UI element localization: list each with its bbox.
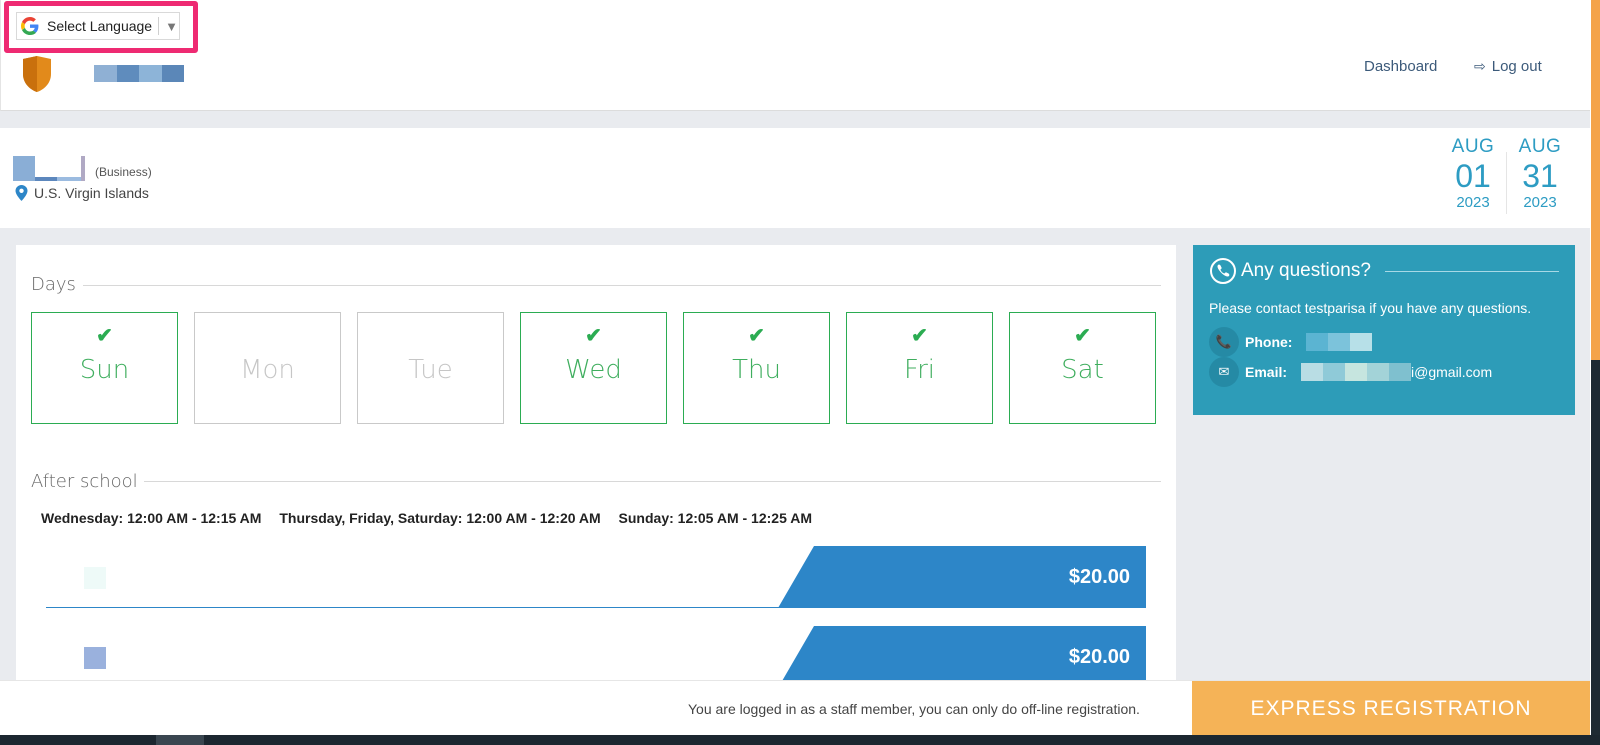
- staff-notice: You are logged in as a staff member, you…: [688, 701, 1140, 717]
- checkmark-icon: ✔: [96, 325, 113, 347]
- schedule-item: Wednesday: 12:00 AM - 12:15 AM: [41, 510, 262, 526]
- google-icon: [21, 17, 39, 35]
- email-suffix[interactable]: i@gmail.com: [1411, 364, 1492, 380]
- business-tag: (Business): [95, 165, 152, 179]
- day-card-mon[interactable]: Mon: [194, 312, 341, 424]
- shield-logo-icon[interactable]: [21, 56, 53, 92]
- day-card-wed[interactable]: ✔ Wed: [520, 312, 667, 424]
- email-row: ✉ Email: i@gmail.com: [1209, 357, 1492, 387]
- end-day: 31: [1522, 158, 1558, 194]
- edge-dark: [1591, 360, 1600, 745]
- day-label: Thu: [732, 355, 781, 385]
- questions-text: Please contact testparisa if you have an…: [1209, 300, 1532, 316]
- phone-number-redacted[interactable]: [1306, 333, 1373, 351]
- phone-icon: 📞: [1209, 327, 1239, 357]
- item-thumbnail-redacted: [84, 567, 106, 589]
- checkmark-icon: ✔: [911, 325, 928, 347]
- footer-bar: You are logged in as a staff member, you…: [0, 680, 1590, 736]
- price-row[interactable]: $20.00: [46, 626, 1146, 688]
- checkmark-icon: ✔: [748, 325, 765, 347]
- logout-icon: ⇨: [1474, 58, 1486, 74]
- questions-title: Any questions?: [1209, 257, 1371, 285]
- start-date: AUG 01 2023: [1445, 136, 1501, 211]
- day-card-tue[interactable]: Tue: [357, 312, 504, 424]
- schedule-item: Thursday, Friday, Saturday: 12:00 AM - 1…: [279, 510, 601, 526]
- location-pin-icon: [15, 185, 28, 201]
- questions-title-text: Any questions?: [1241, 260, 1371, 281]
- program-title: After school: [31, 471, 138, 492]
- nav-dashboard-link[interactable]: Dashboard: [1364, 58, 1437, 75]
- dropdown-caret-icon[interactable]: ▼: [165, 19, 178, 34]
- price-tag[interactable]: $20.00: [778, 626, 1146, 688]
- end-month: AUG: [1518, 136, 1562, 157]
- end-date: AUG 31 2023: [1512, 136, 1568, 211]
- email-redacted[interactable]: [1301, 363, 1412, 381]
- taskbar: [0, 735, 1600, 745]
- email-label: Email:: [1245, 364, 1288, 380]
- checkmark-icon: ✔: [585, 325, 602, 347]
- day-label: Wed: [565, 355, 622, 385]
- program-panel: [16, 245, 1176, 685]
- days-section-title: Days: [31, 274, 76, 295]
- business-location: U.S. Virgin Islands: [15, 185, 149, 201]
- nav-logout-link[interactable]: ⇨ Log out: [1474, 58, 1542, 75]
- phone-row: 📞 Phone:: [1209, 327, 1373, 357]
- row-underline: [46, 607, 786, 608]
- schedule-item: Sunday: 12:05 AM - 12:25 AM: [618, 510, 813, 526]
- day-label: Sat: [1061, 355, 1104, 385]
- phone-support-icon: [1210, 258, 1236, 284]
- brand-name-redacted: [94, 65, 184, 82]
- edge-orange: [1591, 0, 1600, 215]
- day-label: Mon: [240, 355, 295, 385]
- top-header: Select Language ▼ Dashboard ⇨ Log out: [0, 0, 1590, 111]
- date-divider: [1506, 152, 1507, 214]
- phone-label: Phone:: [1245, 334, 1293, 350]
- questions-box: Any questions? Please contact testparisa…: [1193, 245, 1575, 415]
- business-name-redacted: [13, 156, 87, 181]
- schedule-line: Wednesday: 12:00 AM - 12:15 AM Thursday,…: [41, 510, 826, 526]
- logout-label: Log out: [1491, 58, 1542, 75]
- start-day: 01: [1455, 158, 1491, 194]
- item-thumbnail-redacted: [84, 647, 106, 669]
- language-label: Select Language: [47, 18, 153, 34]
- language-divider: [158, 17, 160, 35]
- end-year: 2023: [1523, 194, 1557, 211]
- taskbar-button[interactable]: [156, 735, 204, 745]
- day-label: Fri: [904, 355, 935, 385]
- program-divider: [144, 481, 1161, 482]
- dashboard-label: Dashboard: [1364, 58, 1438, 75]
- language-selector[interactable]: Select Language ▼: [16, 12, 180, 40]
- location-text: U.S. Virgin Islands: [34, 185, 149, 201]
- express-registration-button[interactable]: EXPRESS REGISTRATION: [1192, 681, 1590, 736]
- day-card-thu[interactable]: ✔ Thu: [683, 312, 830, 424]
- day-label: Sun: [79, 355, 130, 385]
- price-tag[interactable]: $20.00: [778, 546, 1146, 608]
- checkmark-icon: ✔: [1074, 325, 1091, 347]
- business-info: (Business) U.S. Virgin Islands AUG 01 20…: [0, 128, 1590, 228]
- questions-divider: [1385, 271, 1559, 272]
- email-icon: ✉: [1209, 357, 1239, 387]
- days-section-divider: [83, 285, 1161, 286]
- start-month: AUG: [1451, 136, 1495, 157]
- edge-orange-lower: [1591, 215, 1600, 360]
- day-label: Tue: [408, 355, 453, 385]
- right-edge-strip: [1590, 0, 1600, 745]
- day-card-sat[interactable]: ✔ Sat: [1009, 312, 1156, 424]
- start-year: 2023: [1456, 194, 1490, 211]
- price-row[interactable]: $20.00: [46, 546, 1146, 608]
- day-card-fri[interactable]: ✔ Fri: [846, 312, 993, 424]
- day-card-sun[interactable]: ✔ Sun: [31, 312, 178, 424]
